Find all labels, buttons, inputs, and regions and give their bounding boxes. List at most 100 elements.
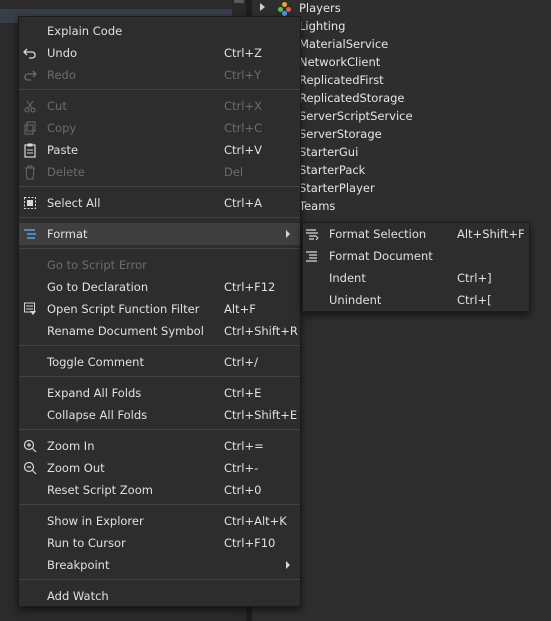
tree-item-networkclient[interactable]: NetworkClient <box>299 53 380 71</box>
menu-item-open-script-function-filter[interactable]: Open Script Function Filter Alt+F <box>19 298 300 320</box>
clipboard-icon <box>23 142 37 158</box>
menu-item-shortcut: Ctrl+V <box>224 143 262 157</box>
format-icon <box>23 226 37 242</box>
menu-item-shortcut: Ctrl+Shift+R <box>224 324 298 338</box>
menu-item-shortcut: Ctrl+[ <box>457 293 492 307</box>
format-submenu: Format Selection Alt+Shift+F Format Docu… <box>302 222 530 312</box>
menu-item-label: Redo <box>47 68 76 82</box>
menu-item-label: Format <box>47 227 88 241</box>
menu-item-shortcut: Ctrl+= <box>224 439 264 453</box>
tree-item-startergui[interactable]: StarterGui <box>299 143 358 161</box>
menu-item-add-watch[interactable]: Add Watch <box>19 585 300 607</box>
submenu-item-format-document[interactable]: Format Document <box>303 245 529 267</box>
tree-item-starterplayer[interactable]: StarterPlayer <box>299 179 375 197</box>
menu-item-shortcut: Ctrl+Y <box>224 68 262 82</box>
menu-item-rename-document-symbol[interactable]: Rename Document Symbol Ctrl+Shift+R <box>19 320 300 342</box>
tree-item-materialservice[interactable]: MaterialService <box>299 35 388 53</box>
menu-item-go-to-script-error[interactable]: Go to Script Error <box>19 254 300 276</box>
menu-item-label: Run to Cursor <box>47 536 126 550</box>
menu-item-label: Reset Script Zoom <box>47 483 153 497</box>
menu-item-shortcut: Alt+Shift+F <box>457 227 525 241</box>
menu-item-format[interactable]: Format <box>19 223 300 245</box>
menu-item-label: Explain Code <box>47 24 123 38</box>
menu-item-label: Open Script Function Filter <box>47 302 200 316</box>
menu-item-label: Go to Declaration <box>47 280 149 294</box>
menu-item-toggle-comment[interactable]: Toggle Comment Ctrl+/ <box>19 351 300 373</box>
menu-item-label: Zoom Out <box>47 461 105 475</box>
menu-item-delete[interactable]: Delete Del <box>19 161 300 183</box>
menu-item-paste[interactable]: Paste Ctrl+V <box>19 139 300 161</box>
menu-item-label: Format Document <box>329 249 433 263</box>
menu-item-shortcut: Ctrl+] <box>457 271 492 285</box>
menu-separator <box>19 429 300 430</box>
players-icon <box>278 2 292 16</box>
menu-item-shortcut: Ctrl+Z <box>224 46 262 60</box>
undo-icon <box>23 45 37 61</box>
menu-separator <box>19 89 300 90</box>
menu-item-label: Collapse All Folds <box>47 408 148 422</box>
tree-item-replicatedstorage[interactable]: ReplicatedStorage <box>299 89 405 107</box>
menu-separator <box>19 186 300 187</box>
menu-item-explain-code[interactable]: Explain Code <box>19 20 300 42</box>
format-selection-icon <box>305 226 319 242</box>
menu-item-copy[interactable]: Copy Ctrl+C <box>19 117 300 139</box>
menu-item-shortcut: Ctrl+Alt+K <box>224 514 287 528</box>
menu-item-run-to-cursor[interactable]: Run to Cursor Ctrl+F10 <box>19 532 300 554</box>
menu-item-shortcut: Ctrl+C <box>224 121 263 135</box>
menu-item-shortcut: Ctrl+F10 <box>224 536 276 550</box>
menu-item-undo[interactable]: Undo Ctrl+Z <box>19 42 300 64</box>
menu-item-zoom-out[interactable]: Zoom Out Ctrl+- <box>19 457 300 479</box>
menu-item-label: Show in Explorer <box>47 514 144 528</box>
menu-item-label: Cut <box>47 99 67 113</box>
menu-item-breakpoint[interactable]: Breakpoint <box>19 554 300 576</box>
menu-item-shortcut: Ctrl+E <box>224 386 262 400</box>
scrollbar-thumb[interactable] <box>234 0 244 3</box>
menu-item-label: Rename Document Symbol <box>47 324 204 338</box>
menu-item-show-in-explorer[interactable]: Show in Explorer Ctrl+Alt+K <box>19 510 300 532</box>
menu-item-collapse-all-folds[interactable]: Collapse All Folds Ctrl+Shift+E <box>19 404 300 426</box>
menu-item-expand-all-folds[interactable]: Expand All Folds Ctrl+E <box>19 382 300 404</box>
menu-separator <box>19 504 300 505</box>
filter-icon <box>23 301 37 317</box>
menu-item-redo[interactable]: Redo Ctrl+Y <box>19 64 300 86</box>
menu-item-go-to-declaration[interactable]: Go to Declaration Ctrl+F12 <box>19 276 300 298</box>
menu-item-label: Copy <box>47 121 77 135</box>
menu-item-reset-script-zoom[interactable]: Reset Script Zoom Ctrl+0 <box>19 479 300 501</box>
menu-item-shortcut: Ctrl+A <box>224 196 262 210</box>
menu-item-label: Expand All Folds <box>47 386 142 400</box>
menu-separator <box>19 248 300 249</box>
menu-item-select-all[interactable]: Select All Ctrl+A <box>19 192 300 214</box>
tree-item-replicatedfirst[interactable]: ReplicatedFirst <box>299 71 384 89</box>
menu-item-label: Toggle Comment <box>47 355 144 369</box>
menu-item-label: Zoom In <box>47 439 95 453</box>
submenu-arrow-icon <box>286 561 290 569</box>
zoom-in-icon <box>23 438 37 454</box>
tree-item-serverscriptservice[interactable]: ServerScriptService <box>299 107 413 125</box>
submenu-item-unindent[interactable]: Unindent Ctrl+[ <box>303 289 529 311</box>
submenu-item-format-selection[interactable]: Format Selection Alt+Shift+F <box>303 223 529 245</box>
menu-item-label: Select All <box>47 196 101 210</box>
select-all-icon <box>23 195 37 211</box>
submenu-item-indent[interactable]: Indent Ctrl+] <box>303 267 529 289</box>
tree-item-starterpack[interactable]: StarterPack <box>299 161 365 179</box>
redo-icon <box>23 67 37 83</box>
menu-item-cut[interactable]: Cut Ctrl+X <box>19 95 300 117</box>
menu-item-label: Breakpoint <box>47 558 110 572</box>
menu-item-shortcut: Ctrl+/ <box>224 355 258 369</box>
copy-icon <box>23 120 37 136</box>
menu-item-label: Format Selection <box>329 227 427 241</box>
menu-item-zoom-in[interactable]: Zoom In Ctrl+= <box>19 435 300 457</box>
menu-item-shortcut: Ctrl+- <box>224 461 259 475</box>
menu-separator <box>19 217 300 218</box>
menu-item-shortcut: Ctrl+X <box>224 99 262 113</box>
zoom-out-icon <box>23 460 37 476</box>
expand-arrow-icon[interactable] <box>260 3 265 11</box>
tree-item-lighting[interactable]: Lighting <box>299 17 345 35</box>
tree-item-players[interactable]: Players <box>299 0 341 17</box>
menu-item-label: Paste <box>47 143 79 157</box>
menu-separator <box>19 579 300 580</box>
tree-item-teams[interactable]: Teams <box>299 197 335 215</box>
menu-item-label: Undo <box>47 46 78 60</box>
menu-item-shortcut: Ctrl+Shift+E <box>224 408 298 422</box>
tree-item-serverstorage[interactable]: ServerStorage <box>299 125 382 143</box>
